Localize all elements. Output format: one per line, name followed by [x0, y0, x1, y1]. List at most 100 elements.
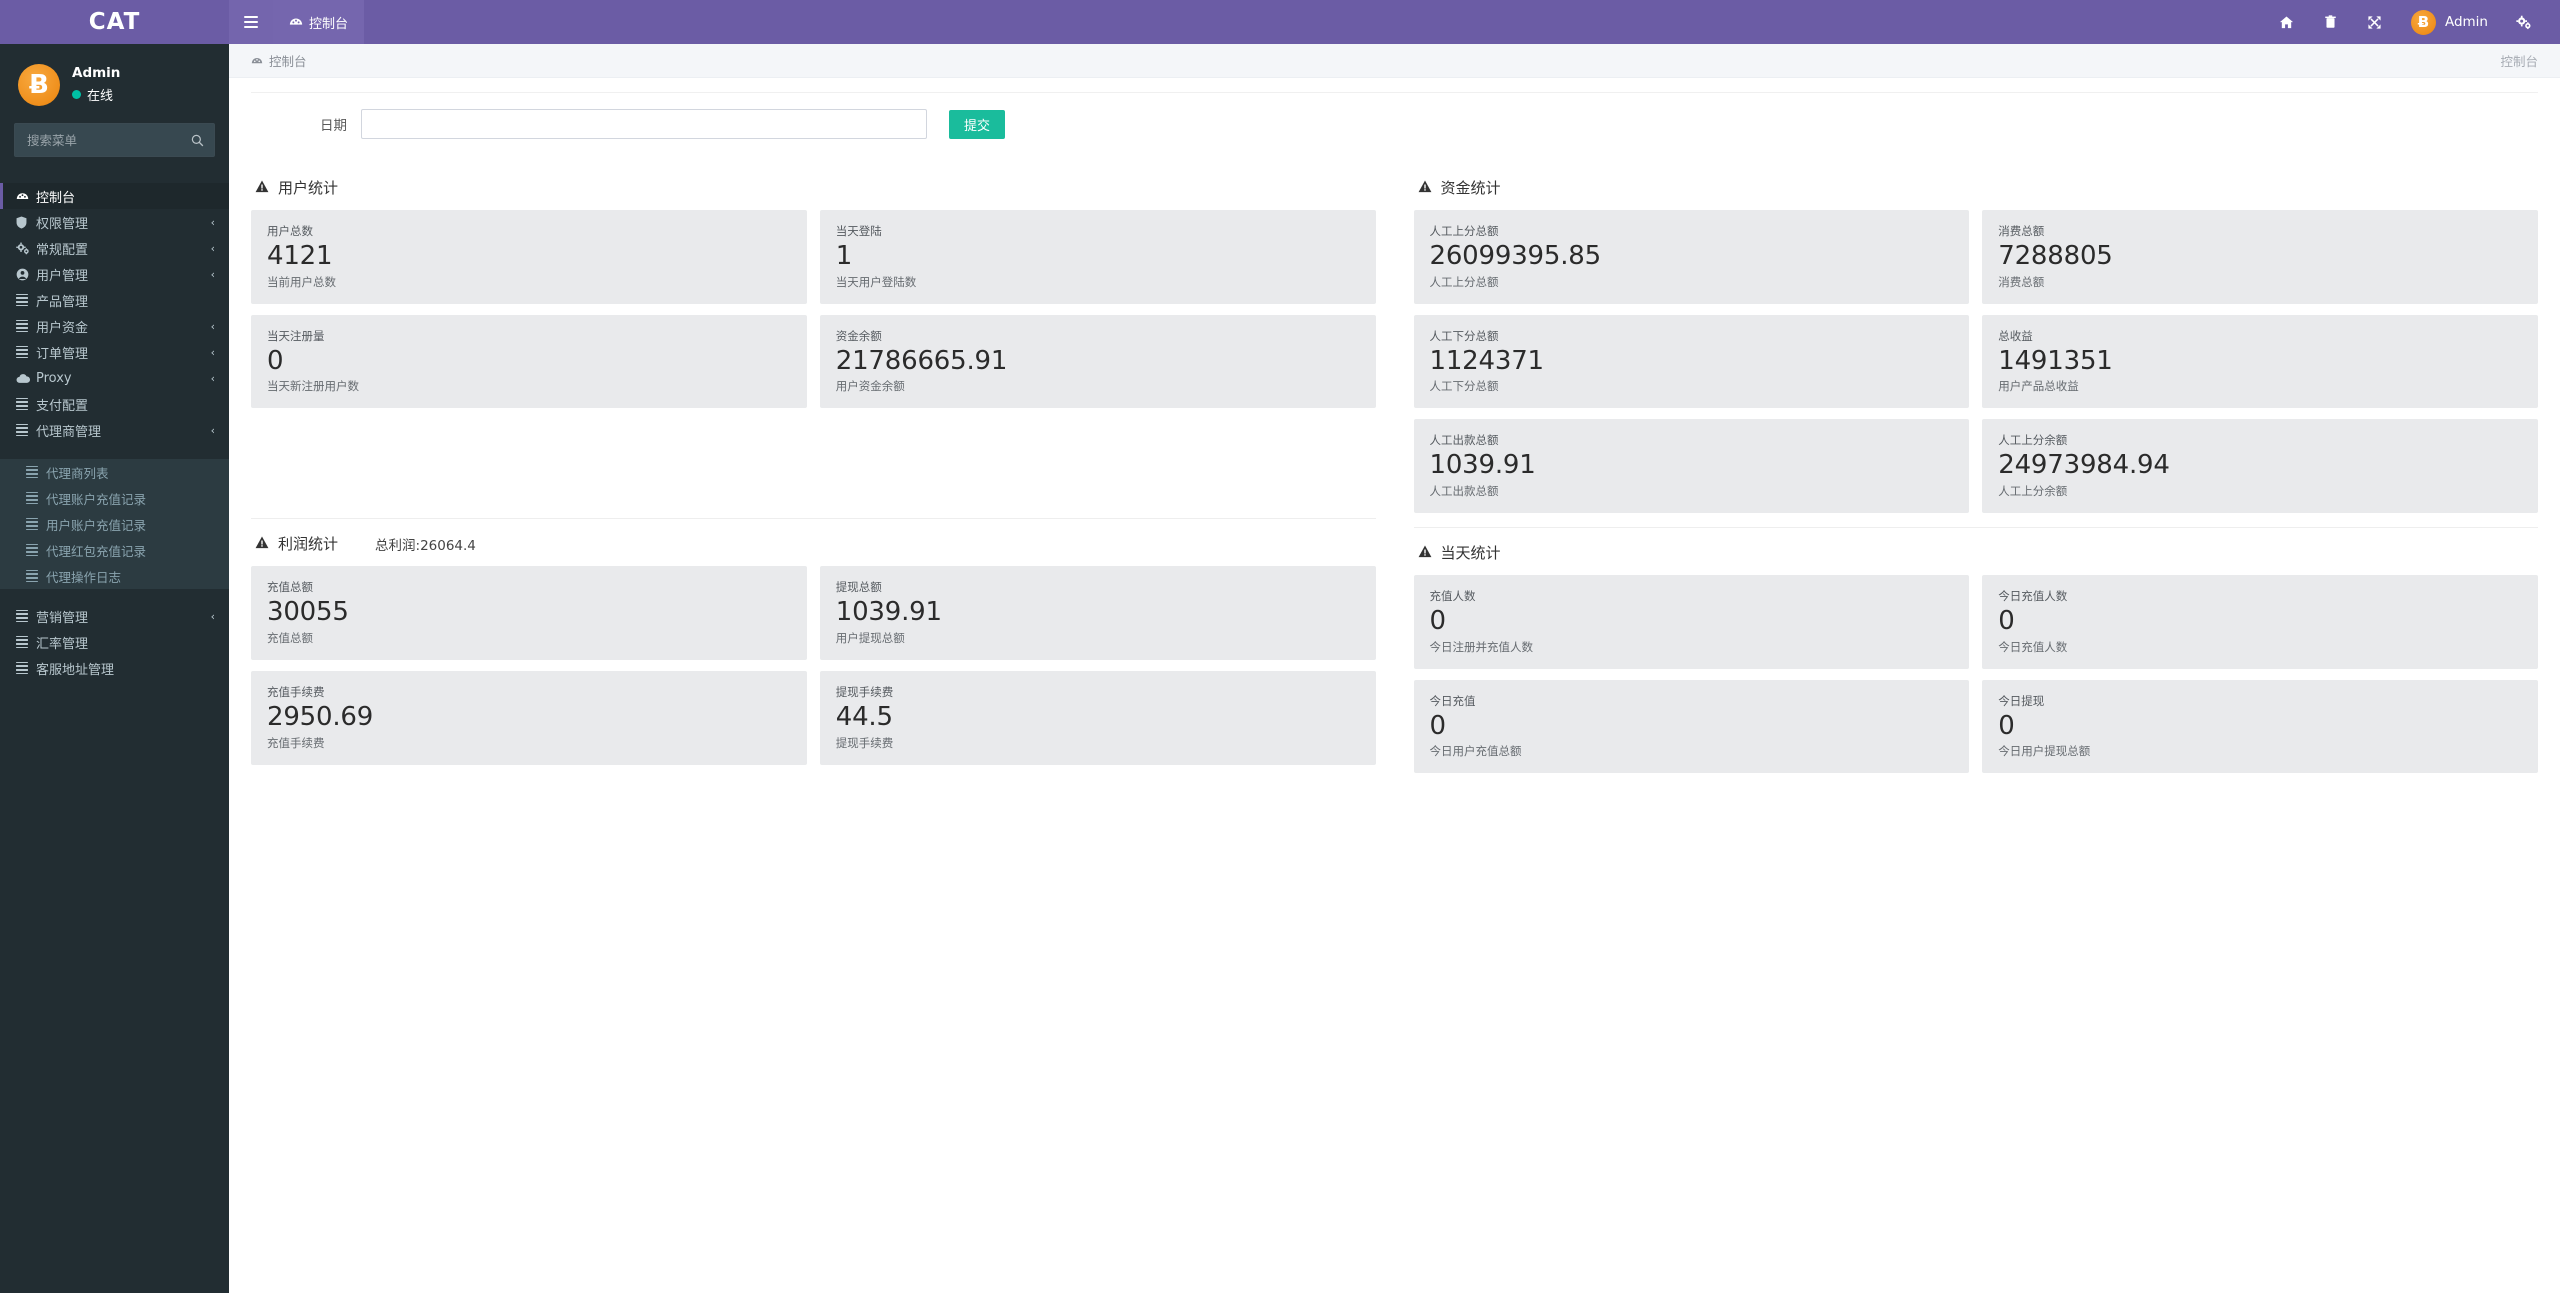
stat-value: 44.5 [835, 702, 893, 733]
app-root: CAT Ƀ Admin 在线 搜索菜单 控制台 权限管理 ‹ 常规配置 ‹ 用户… [0, 0, 2560, 1293]
sidebar-item-label: 代理操作日志 [46, 569, 122, 585]
sidebar-item-9[interactable]: 代理商管理 ‹ [0, 417, 229, 443]
stat-title: 消费总额 [1998, 224, 2045, 238]
stat-sub: 今日用户充值总额 [1429, 744, 1522, 759]
panels-right-column: 资金统计 人工上分总额 26099395.85 人工上分总额 消费总额 7288805 消费… [1413, 163, 2538, 787]
nav-user-menu[interactable]: Ƀ Admin [2397, 0, 2502, 44]
stat-value: 1039.91 [835, 597, 942, 628]
search-input[interactable] [25, 131, 191, 149]
sidebar-item-3[interactable]: 用户管理 ‹ [0, 261, 229, 287]
stat-tile: 人工出款总额 1039.91 人工出款总额 [1413, 419, 1970, 514]
home-icon [2280, 16, 2294, 28]
stat-tile: 今日提现 0 今日用户提现总额 [1982, 679, 2538, 774]
left-column-spacer [251, 408, 1376, 504]
shield-icon [16, 215, 36, 229]
sidebar-item-label: 订单管理 [36, 346, 89, 362]
warning-icon [255, 180, 269, 192]
menu-spacer [0, 157, 229, 169]
submit-button[interactable]: 提交 [949, 109, 1006, 139]
stat-title: 人工上分余额 [1998, 433, 2068, 448]
sidebar-item-1[interactable]: 权限管理 ‹ [0, 209, 229, 235]
sidebar-item-2[interactable]: 常规配置 ‹ [0, 235, 229, 261]
stat-title: 充值手续费 [267, 685, 325, 700]
stat-value: 0 [1998, 606, 2015, 637]
stat-value: 1491351 [1998, 345, 2113, 376]
stat-value: 30055 [267, 597, 349, 628]
stat-title: 充值总额 [267, 580, 313, 595]
search-box[interactable] [14, 123, 215, 157]
chevron-left-icon: ‹ [210, 241, 215, 255]
sidebar-item-2[interactable]: 用户账户充值记录 [0, 511, 229, 537]
fullscreen-button[interactable] [2353, 0, 2397, 44]
panel-today-stats: 当天统计 充值人数 0 今日注册并充值人数 今日充值人数 0 今日充值人数 今日充值 0 今日用户… [1413, 528, 2538, 787]
sidebar-item-0[interactable]: 控制台 [0, 183, 229, 209]
breadcrumb-current[interactable]: 控制台 [269, 51, 307, 70]
breadcrumb-left: 控制台 [251, 51, 307, 70]
avatar: Ƀ [18, 63, 60, 106]
sidebar-item-5[interactable]: 用户资金 ‹ [0, 313, 229, 339]
sidebar-toggle-button[interactable] [229, 0, 273, 44]
bars-icon [26, 569, 38, 583]
search-button[interactable] [191, 134, 204, 147]
bars-icon [16, 293, 28, 307]
bars-icon [16, 397, 28, 411]
dashboard-icon [16, 190, 36, 203]
sidebar-item-label: 汇率管理 [36, 636, 89, 652]
bars-icon [16, 423, 36, 437]
gears-icon [16, 242, 29, 254]
sidebar-item-7[interactable]: Proxy ‹ [0, 365, 229, 391]
bars-icon [16, 661, 28, 675]
panels-left-column: 用户统计 用户总数 4121 当前用户总数 当天登陆 1 当天用户登陆数 当天注册量 0 当天新注… [251, 163, 1376, 787]
sidebar-item-4[interactable]: 代理操作日志 [0, 563, 229, 589]
sidebar-item-0[interactable]: 代理商列表 [0, 459, 229, 485]
trash-icon [2325, 15, 2337, 28]
stat-tile: 总收益 1491351 用户产品总收益 [1982, 314, 2538, 409]
warning-icon [1418, 180, 1431, 192]
settings-button[interactable] [2502, 0, 2546, 44]
sidebar-item-8[interactable]: 支付配置 [0, 391, 229, 417]
panel-title: 资金统计 [1440, 179, 1501, 197]
sidebar-item-label: 产品管理 [36, 294, 89, 310]
stat-title: 当天登陆 [835, 224, 882, 238]
panel-title: 当天统计 [1440, 544, 1501, 563]
stat-sub: 人工出款总额 [1429, 483, 1499, 498]
warning-icon [255, 536, 269, 552]
nav-tab-dashboard[interactable]: 控制台 [273, 0, 365, 44]
bars-icon [16, 345, 28, 359]
stat-value: 0 [267, 345, 284, 376]
home-button[interactable] [2265, 0, 2309, 44]
bars-icon [16, 635, 36, 649]
bars-icon [26, 543, 38, 557]
sidebar-item-label: Proxy [36, 370, 72, 386]
sidebar-item-3[interactable]: 代理红包充值记录 [0, 537, 229, 563]
brand-logo[interactable]: CAT [0, 0, 229, 44]
sidebar-item-label: 营销管理 [36, 610, 89, 626]
stat-tile: 用户总数 4121 当前用户总数 [251, 210, 807, 304]
stat-title: 人工上分总额 [1429, 224, 1499, 238]
stat-tile: 提现手续费 44.5 提现手续费 [819, 671, 1376, 765]
stat-value: 2950.69 [267, 702, 374, 733]
stat-value: 26099395.85 [1429, 241, 1602, 272]
sidebar-item-2[interactable]: 客服地址管理 [0, 655, 229, 681]
stat-sub: 充值手续费 [267, 735, 325, 750]
search-icon [191, 134, 204, 146]
sidebar-item-0[interactable]: 营销管理 ‹ [0, 603, 229, 629]
bars-icon [16, 345, 36, 359]
stat-title: 人工出款总额 [1429, 433, 1499, 448]
stat-title: 今日提现 [1998, 693, 2045, 708]
sidebar-item-4[interactable]: 产品管理 [0, 287, 229, 313]
stat-tile: 当天注册量 0 当天新注册用户数 [251, 314, 807, 409]
sidebar-item-6[interactable]: 订单管理 ‹ [0, 339, 229, 365]
trash-button[interactable] [2309, 0, 2353, 44]
sidebar-item-1[interactable]: 代理账户充值记录 [0, 485, 229, 511]
sidebar-item-1[interactable]: 汇率管理 [0, 629, 229, 655]
nav-right-group: Ƀ Admin [2265, 0, 2560, 44]
stat-tile: 充值人数 0 今日注册并充值人数 [1413, 575, 1970, 669]
panel-title: 利润统计 [278, 535, 339, 554]
date-filter-form: 日期 提交 [251, 92, 2538, 153]
date-input[interactable] [361, 109, 927, 139]
stat-title: 充值人数 [1429, 589, 1476, 604]
stat-sub: 今日注册并充值人数 [1429, 639, 1534, 654]
stat-tiles: 用户总数 4121 当前用户总数 当天登陆 1 当天用户登陆数 当天注册量 0 当天新注册用户数… [251, 210, 1376, 409]
stat-value: 1124371 [1429, 345, 1545, 376]
